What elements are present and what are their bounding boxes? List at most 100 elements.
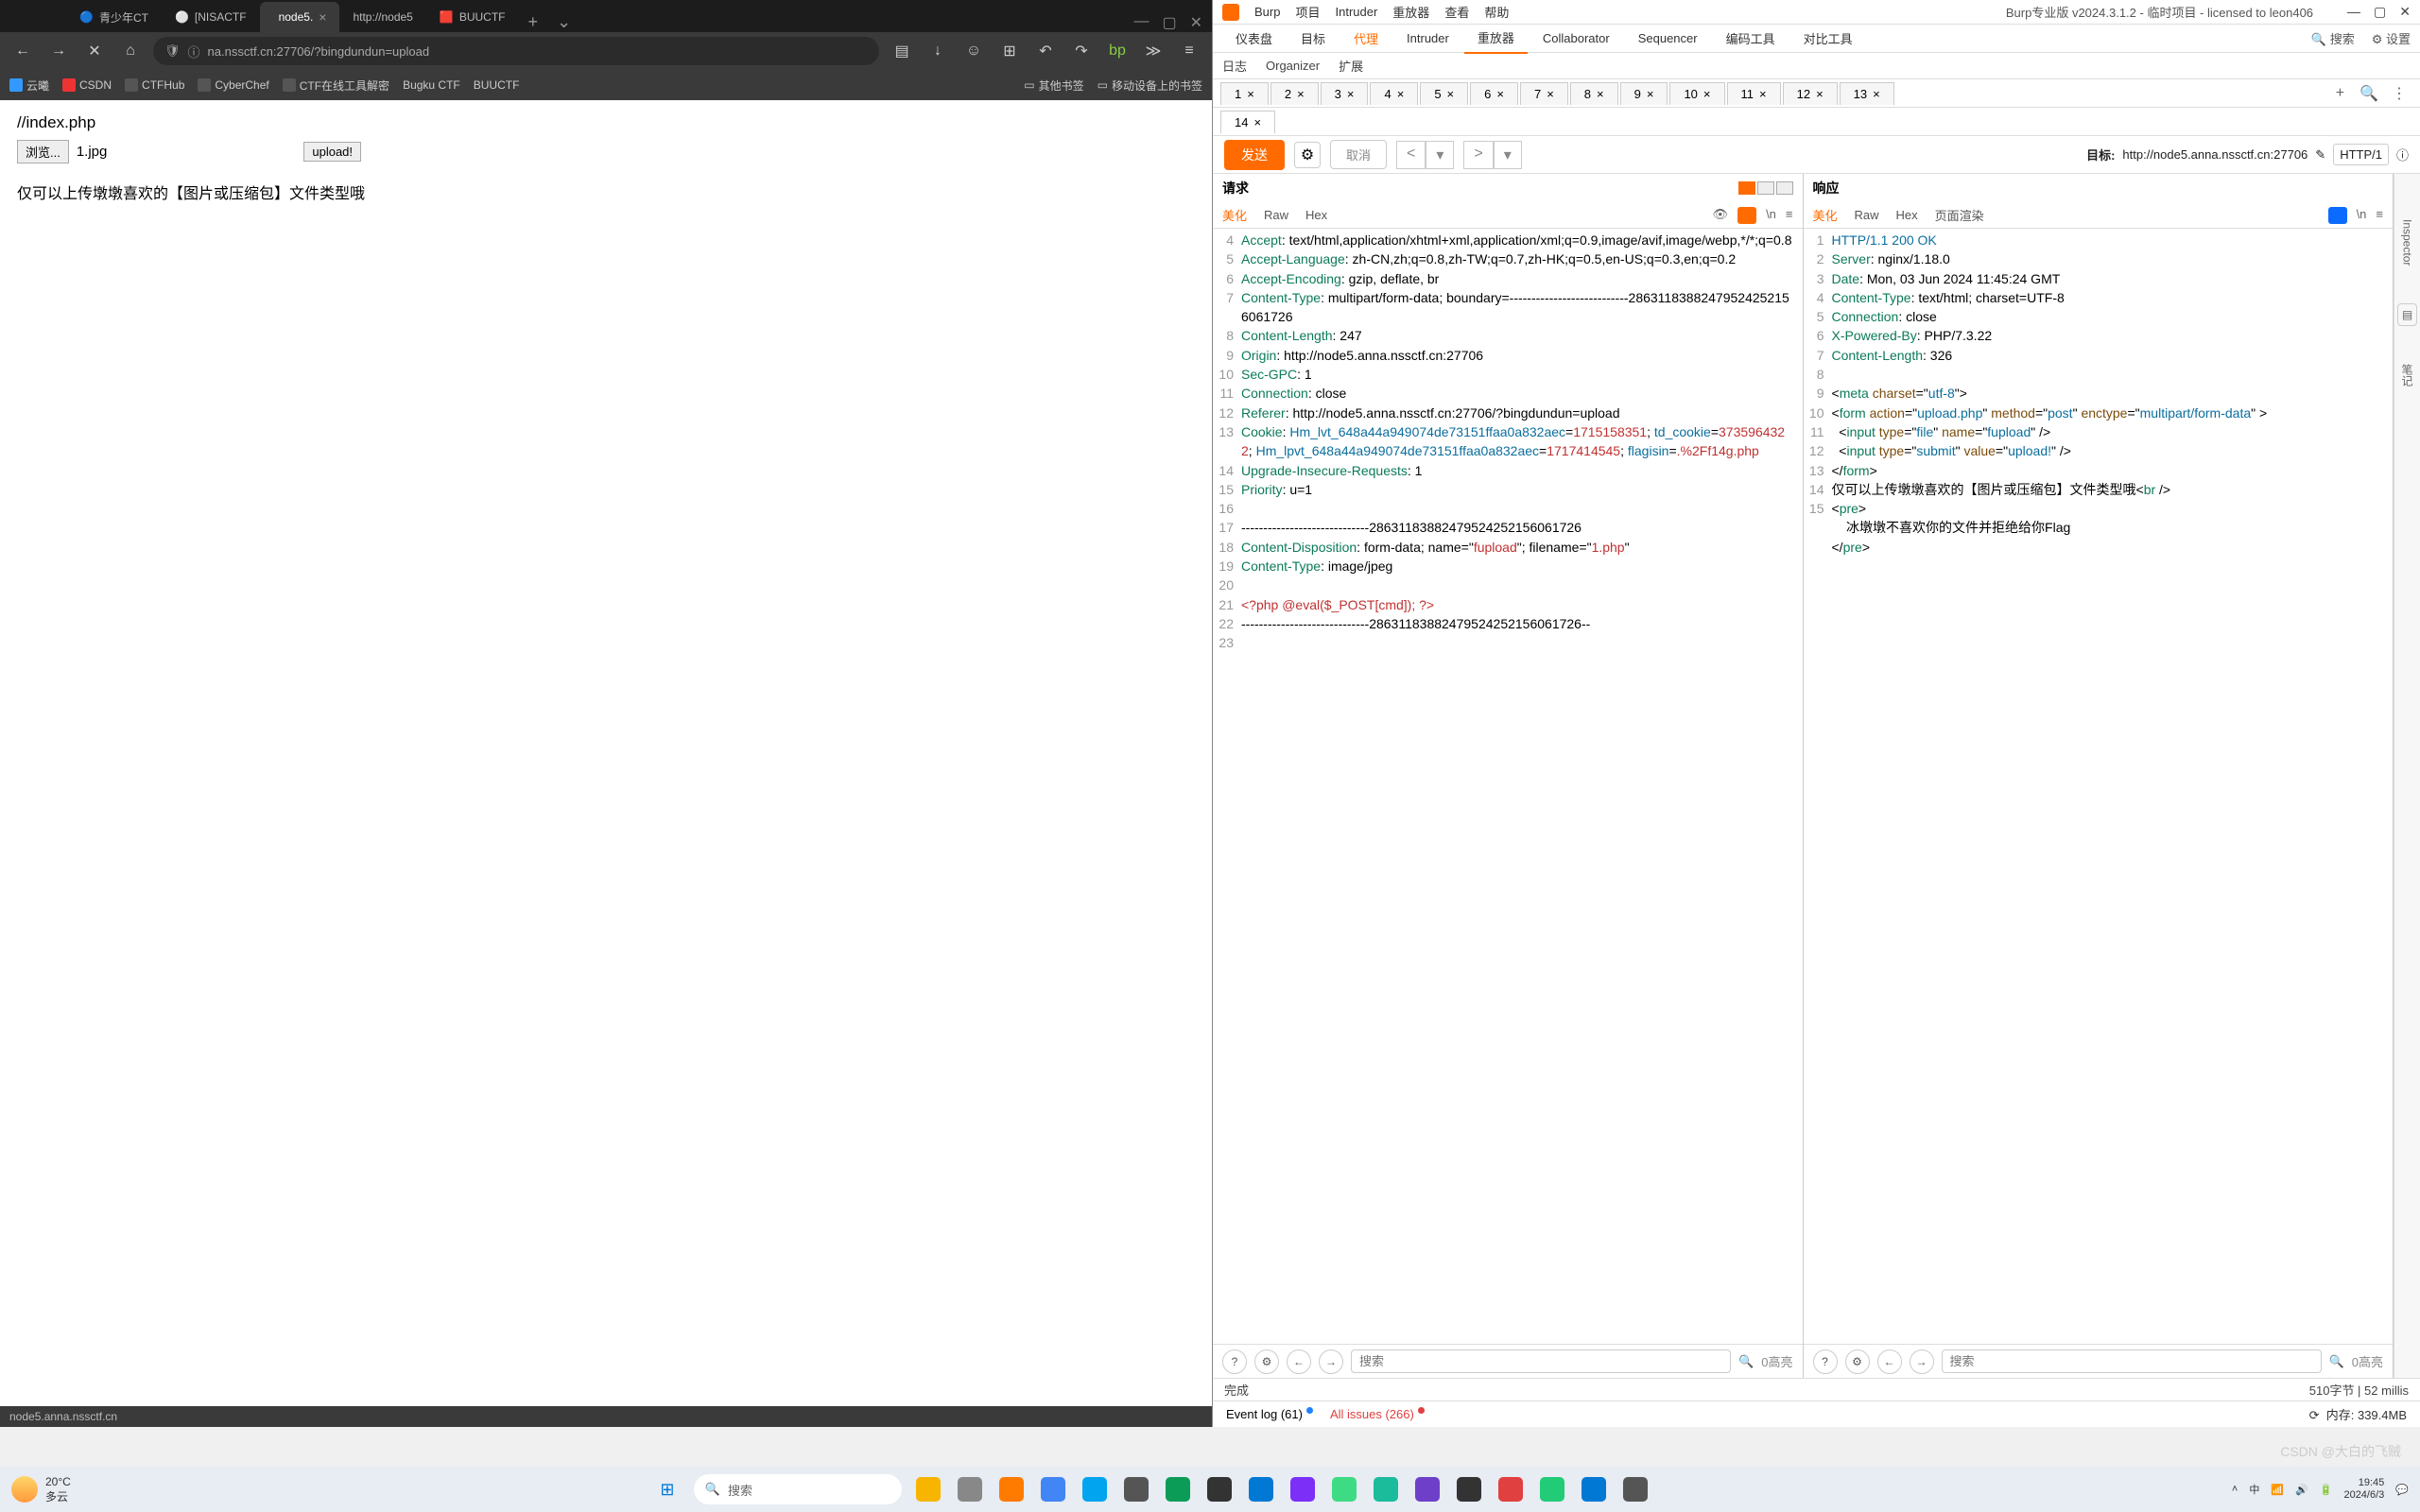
redo-icon[interactable]: ↷ bbox=[1068, 38, 1095, 64]
repeater-tab-10[interactable]: 10 × bbox=[1669, 82, 1724, 105]
taskbar-app-6[interactable] bbox=[1159, 1470, 1197, 1508]
all-issues[interactable]: All issues (266) bbox=[1330, 1407, 1425, 1421]
view-raw[interactable]: Raw bbox=[1855, 208, 1879, 222]
menu-repeater[interactable]: 重放器 bbox=[1392, 3, 1429, 21]
taskbar-app-10[interactable] bbox=[1325, 1470, 1363, 1508]
close-icon[interactable]: × bbox=[1597, 87, 1604, 101]
tray-volume-icon[interactable]: 🔊 bbox=[2295, 1484, 2308, 1496]
repeater-tab-6[interactable]: 6 × bbox=[1470, 82, 1518, 105]
info-icon[interactable]: ⓘ bbox=[2396, 146, 2409, 163]
eye-icon[interactable]: 👁 bbox=[1713, 207, 1729, 224]
url-bar[interactable]: 🛡 ⓘ na.nssctf.cn:27706/?bingdundun=uploa… bbox=[153, 37, 879, 65]
tray-wifi-icon[interactable]: 📶 bbox=[2271, 1484, 2284, 1496]
reader-icon[interactable]: ▤ bbox=[889, 38, 915, 64]
repeater-tab-14[interactable]: 14× bbox=[1220, 111, 1275, 133]
tab-proxy[interactable]: 代理 bbox=[1340, 24, 1392, 53]
start-button[interactable]: ⊞ bbox=[648, 1470, 686, 1508]
extensions-icon[interactable]: ⊞ bbox=[996, 38, 1023, 64]
maximize-icon[interactable]: ▢ bbox=[1162, 13, 1176, 32]
clock[interactable]: 19:452024/6/3 bbox=[2343, 1477, 2384, 1502]
bm-mobile[interactable]: ▭ 移动设备上的书签 bbox=[1098, 77, 1202, 94]
taskbar-app-0[interactable] bbox=[909, 1470, 947, 1508]
bm-csdn[interactable]: CSDN bbox=[62, 78, 112, 92]
forward-button[interactable]: → bbox=[45, 38, 72, 64]
menu-view[interactable]: 查看 bbox=[1444, 3, 1469, 21]
newline-icon[interactable]: \n bbox=[1766, 207, 1776, 224]
burp-minimize-icon[interactable]: — bbox=[2347, 4, 2360, 20]
close-window-icon[interactable]: ✕ bbox=[1190, 13, 1202, 32]
search-next-icon[interactable]: → bbox=[1319, 1349, 1343, 1374]
search-prev-icon[interactable]: ← bbox=[1287, 1349, 1311, 1374]
help-icon[interactable]: ? bbox=[1222, 1349, 1247, 1374]
repeater-tab-2[interactable]: 2 × bbox=[1270, 82, 1319, 105]
tab-node5[interactable]: node5.× bbox=[260, 2, 340, 32]
sync-icon[interactable]: ⟳ bbox=[2309, 1408, 2320, 1422]
browse-button[interactable]: 浏览... bbox=[17, 140, 69, 163]
view-hex[interactable]: Hex bbox=[1305, 208, 1327, 222]
tab-nisactf[interactable]: ⚪[NISACTF bbox=[162, 2, 260, 32]
view-hex[interactable]: Hex bbox=[1896, 208, 1918, 222]
tray-chevron-icon[interactable]: ˄ bbox=[2232, 1484, 2238, 1495]
repeater-tab-11[interactable]: 11 × bbox=[1727, 82, 1781, 105]
view-raw[interactable]: Raw bbox=[1264, 208, 1288, 222]
view-pretty[interactable]: 美化 bbox=[1222, 206, 1247, 224]
prev-button[interactable]: < bbox=[1396, 141, 1426, 169]
repeater-tab-3[interactable]: 3 × bbox=[1321, 82, 1369, 105]
inspector-sidebar[interactable]: Inspector ▤ 笔记 bbox=[2394, 174, 2420, 1378]
wrap-icon[interactable] bbox=[1737, 207, 1756, 224]
home-button[interactable]: ⌂ bbox=[117, 38, 144, 64]
close-icon[interactable]: × bbox=[1297, 87, 1305, 101]
notifications-icon[interactable]: 💬 bbox=[2395, 1484, 2409, 1496]
repeater-tab-7[interactable]: 7 × bbox=[1520, 82, 1568, 105]
send-button[interactable]: 发送 bbox=[1224, 140, 1285, 170]
apps-icon[interactable]: ≫ bbox=[1140, 38, 1167, 64]
taskbar-app-12[interactable] bbox=[1409, 1470, 1446, 1508]
search-prev-icon[interactable]: ← bbox=[1877, 1349, 1902, 1374]
settings-action[interactable]: ⚙ 设置 bbox=[2372, 29, 2411, 47]
close-icon[interactable]: × bbox=[1447, 87, 1455, 101]
taskbar-app-8[interactable] bbox=[1242, 1470, 1280, 1508]
menu-icon[interactable]: ≡ bbox=[1176, 38, 1202, 64]
burp-ext-icon[interactable]: bp bbox=[1104, 38, 1131, 64]
subtab-organizer[interactable]: Organizer bbox=[1266, 59, 1320, 73]
close-icon[interactable]: × bbox=[1703, 87, 1711, 101]
close-icon[interactable]: × bbox=[1397, 87, 1405, 101]
add-repeater-tab[interactable]: + bbox=[2328, 85, 2352, 102]
search-input[interactable] bbox=[1942, 1349, 2322, 1373]
repeater-tab-8[interactable]: 8 × bbox=[1570, 82, 1618, 105]
taskbar-app-15[interactable] bbox=[1533, 1470, 1571, 1508]
taskbar-app-1[interactable] bbox=[951, 1470, 989, 1508]
close-icon[interactable]: × bbox=[1873, 87, 1880, 101]
stop-button[interactable]: ✕ bbox=[81, 38, 108, 64]
close-icon[interactable]: × bbox=[1247, 87, 1254, 101]
download-icon[interactable]: ↓ bbox=[925, 38, 951, 64]
taskbar-app-5[interactable] bbox=[1117, 1470, 1155, 1508]
tab-comparer[interactable]: 对比工具 bbox=[1790, 24, 1866, 53]
taskbar-app-17[interactable] bbox=[1616, 1470, 1654, 1508]
newline-icon[interactable]: \n bbox=[2357, 207, 2367, 224]
taskbar-app-13[interactable] bbox=[1450, 1470, 1488, 1508]
search-tabs-icon[interactable]: 🔍 bbox=[2354, 84, 2384, 103]
close-icon[interactable]: × bbox=[1647, 87, 1654, 101]
taskbar-app-2[interactable] bbox=[993, 1470, 1030, 1508]
menu-icon[interactable]: ≡ bbox=[1786, 207, 1793, 224]
cancel-button[interactable]: 取消 bbox=[1330, 140, 1387, 169]
close-icon[interactable]: × bbox=[1347, 87, 1355, 101]
search-input[interactable] bbox=[1351, 1349, 1731, 1373]
tab-ctfteen[interactable]: 🔵青少年CT bbox=[66, 2, 162, 32]
taskbar-app-14[interactable] bbox=[1492, 1470, 1530, 1508]
tab-sequencer[interactable]: Sequencer bbox=[1625, 26, 1711, 51]
help-icon[interactable]: ? bbox=[1813, 1349, 1838, 1374]
upload-button[interactable]: upload! bbox=[303, 142, 361, 162]
new-tab-button[interactable]: + bbox=[518, 12, 547, 32]
repeater-tab-12[interactable]: 12 × bbox=[1783, 82, 1838, 105]
subtab-log[interactable]: 日志 bbox=[1222, 57, 1247, 75]
settings-icon[interactable]: ⚙ bbox=[1254, 1349, 1279, 1374]
bm-ctftools[interactable]: CTF在线工具解密 bbox=[283, 77, 389, 94]
view-pretty[interactable]: 美化 bbox=[1813, 206, 1838, 224]
tab-buuctf[interactable]: 🟥BUUCTF bbox=[426, 2, 519, 32]
request-editor[interactable]: 4Accept: text/html,application/xhtml+xml… bbox=[1213, 229, 1803, 1344]
tab-intruder[interactable]: Intruder bbox=[1393, 26, 1462, 51]
next-button[interactable]: > bbox=[1463, 141, 1493, 169]
taskbar-search[interactable]: 🔍 搜索 bbox=[694, 1474, 902, 1504]
